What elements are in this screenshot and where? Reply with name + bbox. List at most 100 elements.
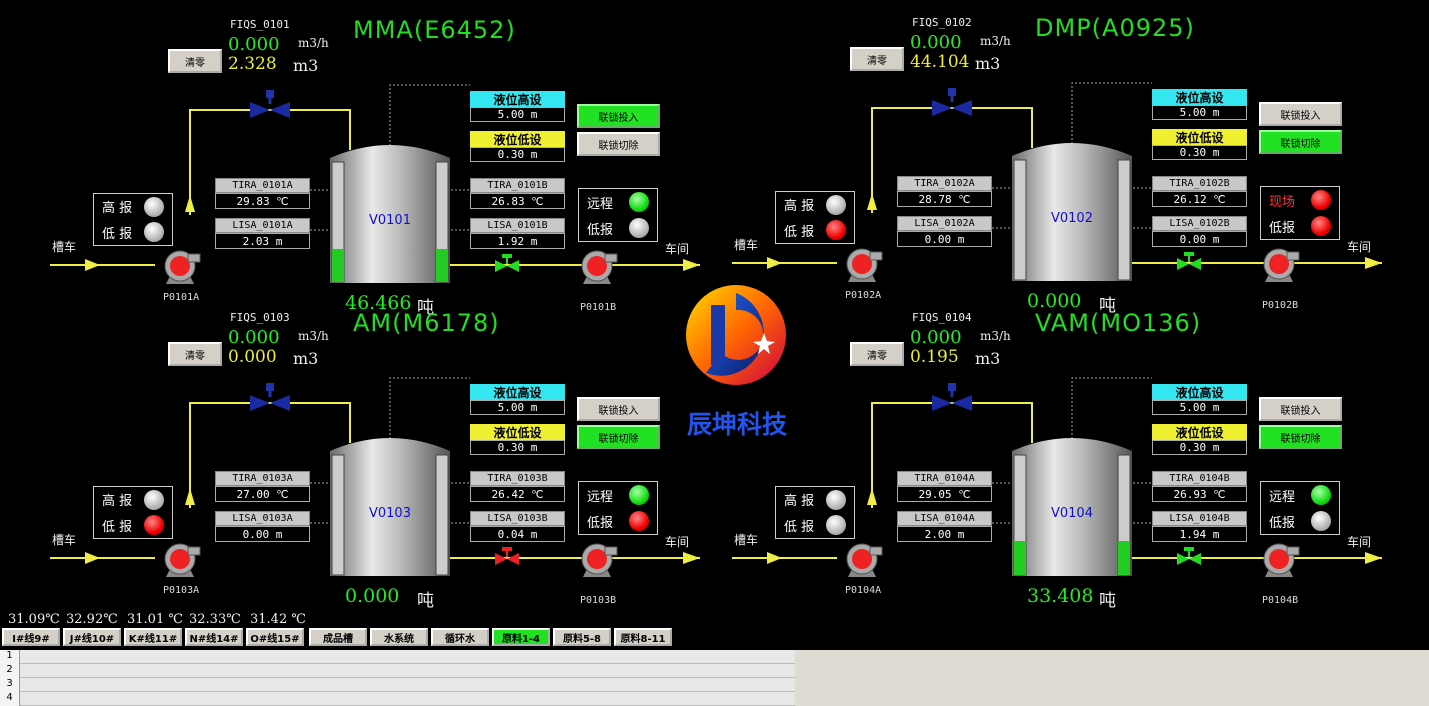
nav-tab[interactable]: O#线15# bbox=[246, 628, 304, 646]
level-a-value: 2.00 m bbox=[897, 526, 992, 542]
interlock-on-button[interactable]: 联锁投入 bbox=[1259, 102, 1342, 126]
pump-b-label: P0104B bbox=[1262, 595, 1299, 606]
table-row[interactable]: 4 bbox=[0, 692, 795, 706]
level-low-set-value[interactable]: 0.30 m bbox=[470, 147, 565, 162]
level-b-label: LISA_0101B bbox=[470, 218, 565, 233]
high-alarm-row: 高 报 bbox=[776, 487, 854, 513]
level-high-set-value[interactable]: 5.00 m bbox=[470, 400, 565, 415]
low-alarm-label: 低报 bbox=[587, 222, 614, 238]
nav-tab[interactable]: 原料8-11 bbox=[614, 628, 672, 646]
reset-button[interactable]: 清零 bbox=[850, 47, 904, 71]
row-number: 1 bbox=[0, 650, 20, 664]
level-high-set-value[interactable]: 5.00 m bbox=[1152, 105, 1247, 120]
low-alarm-label: 低 报 bbox=[102, 226, 133, 242]
flow-unit: m3/h bbox=[298, 329, 329, 343]
low-alarm-lamp-icon bbox=[629, 511, 649, 531]
mode-row: 远程 bbox=[1261, 482, 1339, 508]
pump-a-icon bbox=[840, 246, 884, 290]
level-b-value: 0.04 m bbox=[470, 526, 565, 542]
unit-title: MMA(E6452) bbox=[353, 16, 516, 44]
temp-b-value: 26.12 ℃ bbox=[1152, 191, 1247, 207]
high-alarm-lamp-icon bbox=[826, 194, 846, 215]
tank-weight-value: 0.000 bbox=[345, 585, 400, 607]
total-value: 0.195 bbox=[910, 347, 959, 367]
nav-tab[interactable]: 原料5-8 bbox=[553, 628, 611, 646]
unit-title: DMP(A0925) bbox=[1035, 14, 1195, 42]
nav-tab[interactable]: I#线9# bbox=[2, 628, 60, 646]
tank-id: V0104 bbox=[1051, 506, 1093, 521]
low-alarm-lamp-icon bbox=[1311, 216, 1331, 236]
tanker-label: 槽车 bbox=[734, 238, 759, 252]
table-row[interactable]: 1 bbox=[0, 650, 795, 664]
level-high-set-label: 液位高设 bbox=[1152, 384, 1247, 400]
interlock-off-button[interactable]: 联锁切除 bbox=[1259, 425, 1342, 449]
low-alarm-label: 低报 bbox=[587, 515, 614, 531]
nav-tab[interactable]: K#线11# bbox=[124, 628, 182, 646]
flow-tag-label: FIQS_0104 bbox=[912, 311, 972, 324]
interlock-on-button[interactable]: 联锁投入 bbox=[577, 397, 660, 421]
reset-button[interactable]: 清零 bbox=[168, 49, 222, 73]
interlock-off-button[interactable]: 联锁切除 bbox=[577, 132, 660, 156]
low-alarm-row: 低 报 bbox=[776, 513, 854, 539]
pump-a-icon bbox=[840, 541, 884, 585]
total-unit: m3 bbox=[293, 349, 319, 368]
nav-tab[interactable]: J#线10# bbox=[63, 628, 121, 646]
level-low-set-value[interactable]: 0.30 m bbox=[1152, 440, 1247, 455]
level-high-set-value[interactable]: 5.00 m bbox=[470, 107, 565, 122]
level-low-set-value[interactable]: 0.30 m bbox=[470, 440, 565, 455]
row-number: 2 bbox=[0, 664, 20, 678]
low-alarm-row: 低报 bbox=[579, 215, 657, 241]
high-alarm-row: 高 报 bbox=[94, 487, 172, 513]
interlock-off-button[interactable]: 联锁切除 bbox=[577, 425, 660, 449]
tank-id: V0103 bbox=[369, 506, 411, 521]
tank-id: V0102 bbox=[1051, 211, 1093, 226]
total-unit: m3 bbox=[975, 54, 1001, 73]
interlock-on-button[interactable]: 联锁投入 bbox=[1259, 397, 1342, 421]
unit-title: AM(M6178) bbox=[353, 309, 500, 337]
low-alarm-lamp-icon bbox=[144, 222, 164, 243]
low-alarm-row: 低报 bbox=[1261, 213, 1339, 239]
reset-button[interactable]: 清零 bbox=[850, 342, 904, 366]
level-alarm-panel: 高 报低 报 bbox=[93, 486, 173, 539]
pump-status-panel: 远程 低报 bbox=[578, 481, 658, 535]
flow-unit: m3/h bbox=[298, 36, 329, 50]
nav-tab[interactable]: 成品槽 bbox=[309, 628, 367, 646]
low-alarm-label: 低报 bbox=[1269, 515, 1296, 531]
level-a-label: LISA_0102A bbox=[897, 216, 992, 231]
interlock-on-button[interactable]: 联锁投入 bbox=[577, 104, 660, 128]
temp-b-label: TIRA_0104B bbox=[1152, 471, 1247, 486]
mode-label: 远程 bbox=[1269, 489, 1296, 505]
pump-status-panel: 现场 低报 bbox=[1260, 186, 1340, 240]
temp-b-label: TIRA_0103B bbox=[470, 471, 565, 486]
control-valve-icon bbox=[930, 86, 974, 120]
temp-a-label: TIRA_0104A bbox=[897, 471, 992, 486]
temp-a-value: 28.78 ℃ bbox=[897, 191, 992, 207]
table-row[interactable]: 3 bbox=[0, 678, 795, 692]
high-alarm-lamp-icon bbox=[144, 196, 164, 217]
low-alarm-lamp-icon bbox=[144, 515, 164, 536]
high-alarm-label: 高 报 bbox=[102, 494, 133, 510]
low-alarm-lamp-icon bbox=[629, 218, 649, 238]
reset-button[interactable]: 清零 bbox=[168, 342, 222, 366]
low-alarm-label: 低 报 bbox=[784, 519, 815, 535]
low-alarm-label: 低 报 bbox=[102, 519, 133, 535]
temp-b-value: 26.42 ℃ bbox=[470, 486, 565, 502]
temp-a-value: 29.05 ℃ bbox=[897, 486, 992, 502]
nav-tab[interactable]: 原料1-4 bbox=[492, 628, 550, 646]
level-low-set-label: 液位低设 bbox=[470, 424, 565, 440]
tank-weight-value: 33.408 bbox=[1027, 585, 1094, 607]
level-high-set-value[interactable]: 5.00 m bbox=[1152, 400, 1247, 415]
flow-unit: m3/h bbox=[980, 329, 1011, 343]
nav-tab[interactable]: N#线14# bbox=[185, 628, 243, 646]
nav-tab[interactable]: 水系统 bbox=[370, 628, 428, 646]
table-row[interactable]: 2 bbox=[0, 664, 795, 678]
flow-value: 0.000 bbox=[910, 327, 962, 348]
level-low-set-value[interactable]: 0.30 m bbox=[1152, 145, 1247, 160]
data-grid[interactable]: 1234 bbox=[0, 650, 795, 706]
row-number: 4 bbox=[0, 692, 20, 706]
line-temperature: 31.42 ℃ bbox=[250, 612, 306, 627]
low-alarm-row: 低 报 bbox=[94, 513, 172, 539]
level-a-value: 0.00 m bbox=[897, 231, 992, 247]
nav-tab[interactable]: 循环水 bbox=[431, 628, 489, 646]
interlock-off-button[interactable]: 联锁切除 bbox=[1259, 130, 1342, 154]
